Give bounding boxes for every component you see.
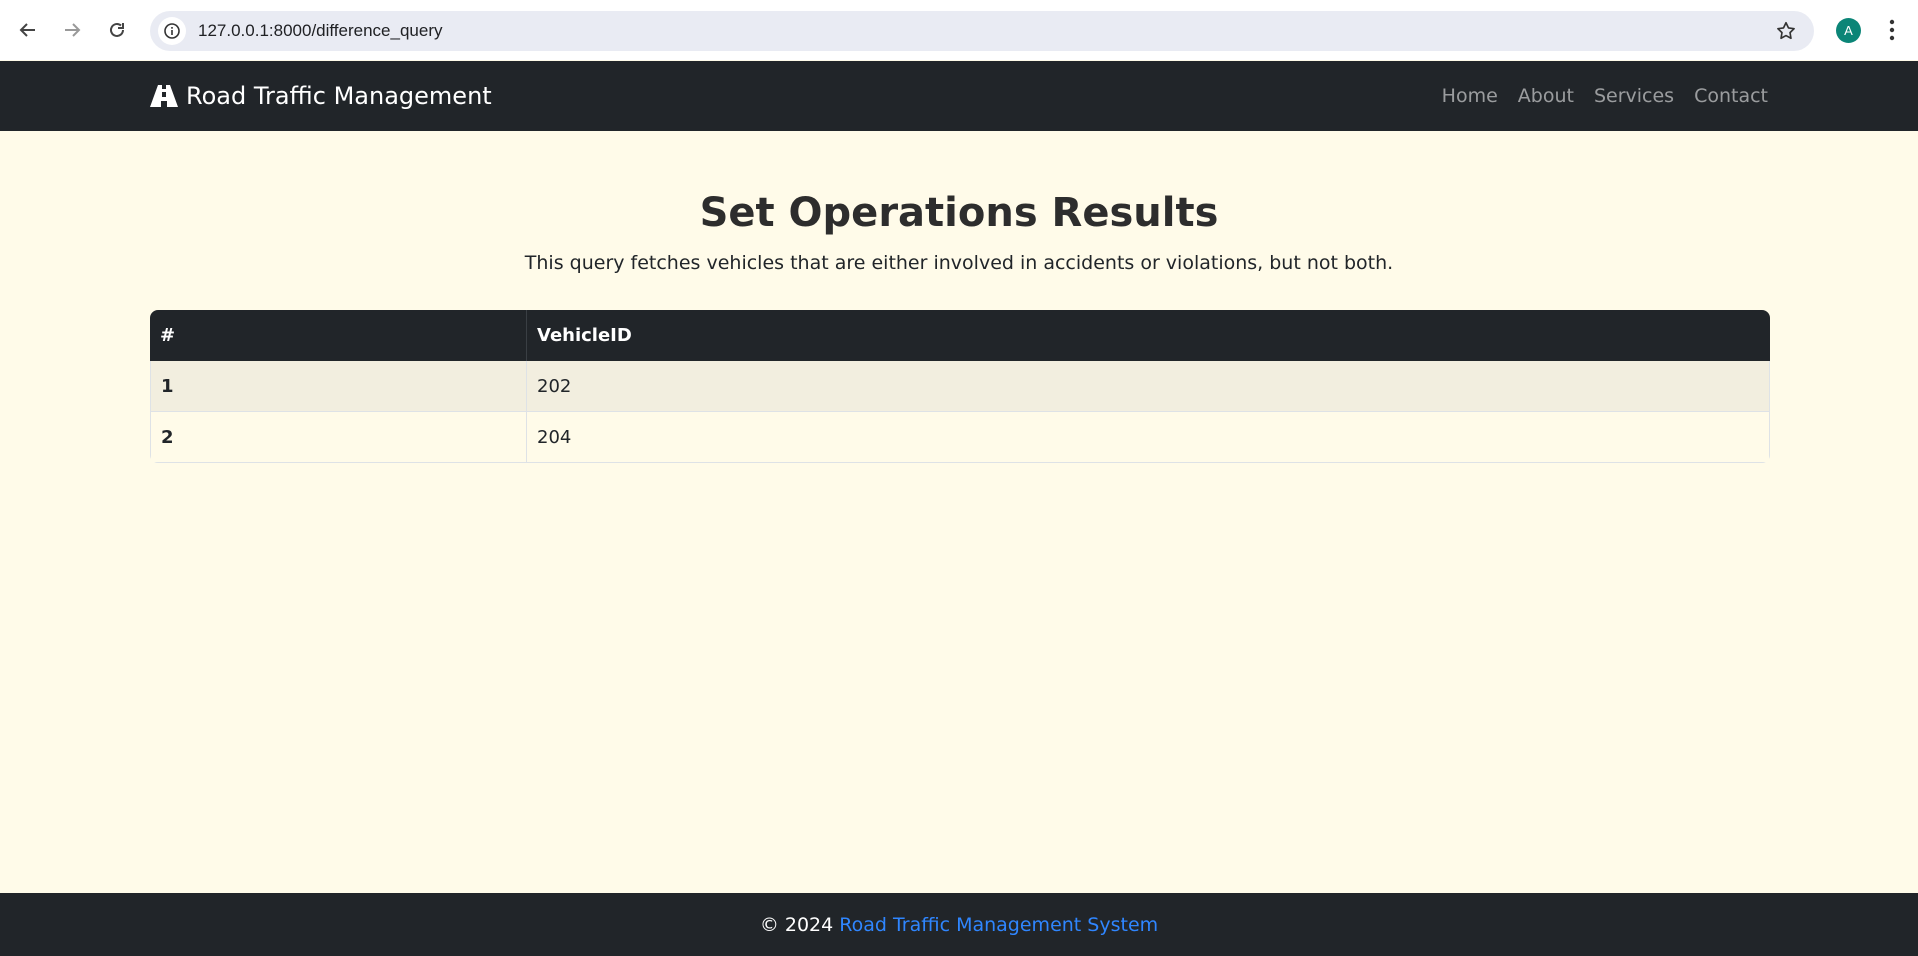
- table-row: 2 204: [150, 412, 1770, 463]
- nav-links: Home About Services Contact: [1422, 61, 1768, 131]
- vehicle-id-cell: 204: [527, 412, 1770, 463]
- bookmark-star-icon[interactable]: [1774, 19, 1798, 43]
- nav-link-contact[interactable]: Contact: [1694, 85, 1768, 107]
- nav-link-home[interactable]: Home: [1442, 85, 1498, 107]
- row-number-cell: 2: [150, 412, 527, 463]
- profile-avatar[interactable]: A: [1836, 18, 1861, 43]
- footer-system-link[interactable]: Road Traffic Management System: [839, 914, 1158, 936]
- table-header-row: # VehicleID: [150, 310, 1770, 361]
- results-table: # VehicleID 1 202 2 204: [150, 310, 1770, 463]
- copyright-text: © 2024: [759, 913, 834, 936]
- brand-link[interactable]: Road Traffic Management: [150, 61, 492, 131]
- address-bar[interactable]: 127.0.0.1:8000/difference_query: [150, 11, 1814, 51]
- reload-icon: [110, 22, 124, 37]
- vehicle-id-cell: 202: [527, 361, 1770, 412]
- site-info-icon[interactable]: [158, 17, 186, 45]
- back-button[interactable]: [10, 12, 46, 48]
- row-number-cell: 1: [150, 361, 527, 412]
- page-subtitle: This query fetches vehicles that are eit…: [524, 252, 1394, 274]
- browser-toolbar: 127.0.0.1:8000/difference_query A: [0, 0, 1918, 60]
- arrow-right-icon: [65, 23, 81, 37]
- road-icon: [150, 85, 178, 107]
- brand-name: Road Traffic Management: [186, 82, 492, 110]
- table-row: 1 202: [150, 361, 1770, 412]
- site-footer: © 2024 Road Traffic Management System: [0, 893, 1918, 956]
- url-text[interactable]: 127.0.0.1:8000/difference_query: [198, 21, 443, 41]
- site-navbar: Road Traffic Management Home About Servi…: [0, 61, 1918, 131]
- page-title: Set Operations Results: [699, 190, 1219, 236]
- column-header-number: #: [150, 310, 527, 361]
- browser-menu-icon[interactable]: [1880, 16, 1904, 44]
- nav-link-services[interactable]: Services: [1594, 85, 1674, 107]
- column-header-vehicleid: VehicleID: [527, 310, 1770, 361]
- arrow-left-icon: [19, 23, 35, 37]
- nav-link-about[interactable]: About: [1518, 85, 1574, 107]
- forward-button[interactable]: [54, 12, 90, 48]
- reload-button[interactable]: [99, 12, 135, 48]
